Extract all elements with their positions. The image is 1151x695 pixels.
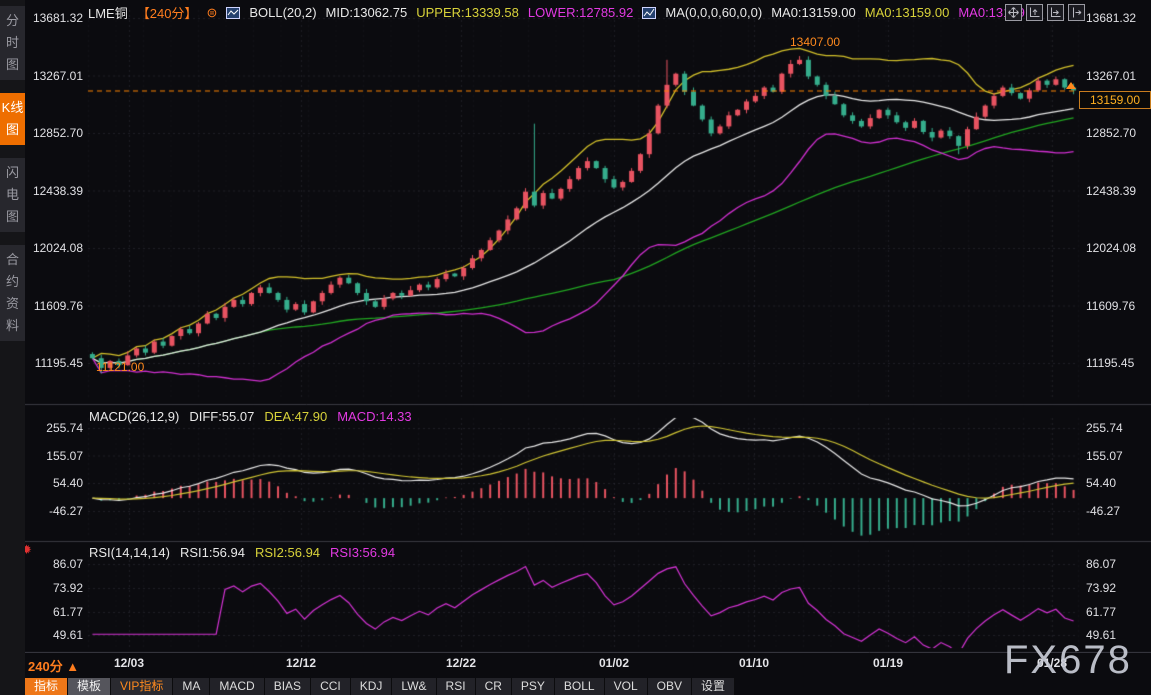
macd-axis-label-right: 54.40 bbox=[1086, 476, 1117, 490]
price-axis-label-right: 12024.08 bbox=[1086, 241, 1137, 255]
trading-terminal: LME铜 【240分】 ⊜ BOLL(20,2) MID:13062.75 UP… bbox=[0, 0, 1151, 695]
price-axis-label-left: 12852.70 bbox=[32, 126, 83, 140]
window-controls bbox=[1005, 4, 1085, 21]
period-badge[interactable]: 【240分】 bbox=[137, 3, 198, 22]
price-axis-label-left: 13681.32 bbox=[32, 11, 83, 25]
ma-label: MA(0,0,0,60,0,0) bbox=[665, 5, 763, 20]
low-annotation: 11121.00 bbox=[96, 360, 145, 374]
date-axis-label: 01/19 bbox=[872, 656, 904, 670]
toolbar-item-12[interactable]: PSY bbox=[511, 678, 555, 695]
high-annotation: 13407.00 bbox=[790, 35, 841, 49]
x-axis-scale-icon[interactable] bbox=[1047, 4, 1064, 21]
toolbar-item-3[interactable]: VIP指标 bbox=[111, 678, 174, 695]
rsi-axis-label-right: 73.92 bbox=[1086, 581, 1117, 595]
ma-indicator-icon[interactable] bbox=[642, 6, 657, 19]
toolbar-item-1[interactable]: 指标 bbox=[25, 678, 69, 695]
toolbar-item-6[interactable]: BIAS bbox=[264, 678, 312, 695]
current-price-tag[interactable]: 13159.00 bbox=[1079, 91, 1151, 109]
macd-axis-label-left: -46.27 bbox=[48, 504, 83, 518]
macd-dea-value: DEA:47.90 bbox=[264, 409, 328, 424]
boll-mid-value: MID:13062.75 bbox=[325, 5, 408, 20]
price-axis-label-left: 11609.76 bbox=[33, 298, 83, 313]
date-axis-label: 12/22 bbox=[445, 656, 477, 670]
macd-header: MACD(26,12,9) DIFF:55.07 DEA:47.90 MACD:… bbox=[89, 409, 412, 424]
toolbar-item-7[interactable]: CCI bbox=[311, 678, 351, 695]
rsi1-value: RSI1:56.94 bbox=[179, 545, 245, 560]
price-axis-label-left: 11195.45 bbox=[34, 356, 83, 370]
indicator-toolbar: 指标 模板 VIP指标 MA MACD BIAS CCI KDJ LW& RSI CR PSY BOLL… bbox=[25, 678, 735, 695]
exit-pane-icon[interactable] bbox=[1068, 4, 1085, 21]
boll-indicator-icon[interactable] bbox=[226, 6, 241, 19]
macd-axis-label-left: 54.40 bbox=[52, 476, 83, 490]
toolbar-item-8[interactable]: KDJ bbox=[350, 678, 393, 695]
macd-diff-value: DIFF:55.07 bbox=[189, 409, 255, 424]
macd-axis-label-right: 155.07 bbox=[1086, 448, 1123, 463]
price-axis-label-left: 13267.01 bbox=[32, 68, 83, 83]
watermark: FX678 bbox=[1004, 638, 1132, 682]
date-axis-label: 12/03 bbox=[113, 656, 145, 670]
toolbar-item-14[interactable]: VOL bbox=[604, 678, 648, 695]
toolbar-item-2[interactable]: 模板 bbox=[68, 678, 112, 695]
price-axis-label-right: 13267.01 bbox=[1086, 68, 1137, 83]
ma2-value: MA0:13159.00 bbox=[864, 5, 950, 20]
rsi2-value: RSI2:56.94 bbox=[254, 545, 321, 560]
price-axis-label-right: 12438.39 bbox=[1086, 183, 1137, 198]
sidebar-tab-2[interactable]: K线图 bbox=[0, 93, 25, 145]
rsi-axis-label-right: 61.77 bbox=[1086, 605, 1117, 619]
toolbar-item-10[interactable]: RSI bbox=[436, 678, 476, 695]
macd-params-label: MACD(26,12,9) bbox=[89, 409, 180, 424]
rsi-params-label: RSI(14,14,14) bbox=[89, 545, 170, 560]
price-axis-label-right: 11609.76 bbox=[1086, 298, 1136, 313]
macd-axis-label-left: 255.74 bbox=[46, 421, 83, 435]
macd-axis-label-right: -46.27 bbox=[1086, 504, 1121, 518]
boll-label: BOLL(20,2) bbox=[249, 5, 317, 20]
boll-upper-value: UPPER:13339.58 bbox=[416, 5, 519, 20]
price-arrow-icon bbox=[1066, 82, 1076, 89]
ma1-value: MA0:13159.00 bbox=[771, 5, 856, 20]
sidebar: 分时图 K线图闪电图合约资料 bbox=[0, 0, 25, 695]
toolbar-item-15[interactable]: OBV bbox=[647, 678, 692, 695]
sidebar-tab-1[interactable]: 分时图 bbox=[0, 6, 25, 80]
pan-tool-icon[interactable] bbox=[1005, 4, 1022, 21]
toolbar-item-9[interactable]: LW& bbox=[392, 678, 437, 695]
period-selector[interactable]: 240分 ▲ bbox=[28, 656, 79, 675]
price-axis-label-right: 11195.45 bbox=[1086, 356, 1135, 370]
macd-axis-label-right: 255.74 bbox=[1086, 421, 1123, 435]
rsi-axis-label-right: 86.07 bbox=[1086, 557, 1117, 571]
price-axis-label-left: 12024.08 bbox=[32, 241, 83, 255]
toolbar-item-4[interactable]: MA bbox=[173, 678, 211, 695]
price-axis-label-right: 13681.32 bbox=[1086, 11, 1137, 25]
date-axis-label: 12/12 bbox=[285, 656, 317, 670]
macd-axis-label-left: 155.07 bbox=[46, 448, 83, 463]
sidebar-tab-4[interactable]: 合约资料 bbox=[0, 245, 25, 341]
date-axis-label: 01/02 bbox=[598, 656, 630, 670]
toolbar-item-5[interactable]: MACD bbox=[210, 678, 265, 695]
rsi-axis-label-left: 61.77 bbox=[52, 605, 83, 619]
symbol-label: LME铜 bbox=[88, 6, 128, 21]
macd-macd-value: MACD:14.33 bbox=[337, 409, 412, 424]
price-axis-label-right: 12852.70 bbox=[1086, 126, 1137, 140]
rsi-axis-label-left: 49.61 bbox=[52, 628, 83, 642]
link-icon[interactable]: ⊜ bbox=[206, 5, 217, 21]
date-axis-label: 01/10 bbox=[738, 656, 770, 670]
toolbar-item-11[interactable]: CR bbox=[475, 678, 512, 695]
price-axis-label-left: 12438.39 bbox=[32, 183, 83, 198]
boll-lower-value: LOWER:12785.92 bbox=[527, 5, 634, 20]
toolbar-item-16[interactable]: 设置 bbox=[691, 678, 735, 695]
rsi3-value: RSI3:56.94 bbox=[330, 545, 396, 560]
rsi-header: RSI(14,14,14) RSI1:56.94 RSI2:56.94 RSI3… bbox=[89, 545, 395, 560]
indicator-header: LME铜 【240分】 ⊜ BOLL(20,2) MID:13062.75 UP… bbox=[88, 3, 1036, 22]
toolbar-item-13[interactable]: BOLL bbox=[554, 678, 605, 695]
sidebar-tab-3[interactable]: 闪电图 bbox=[0, 158, 25, 232]
rsi-axis-label-left: 73.92 bbox=[52, 581, 83, 595]
rsi-axis-label-left: 86.07 bbox=[52, 557, 83, 571]
y-axis-scale-icon[interactable] bbox=[1026, 4, 1043, 21]
